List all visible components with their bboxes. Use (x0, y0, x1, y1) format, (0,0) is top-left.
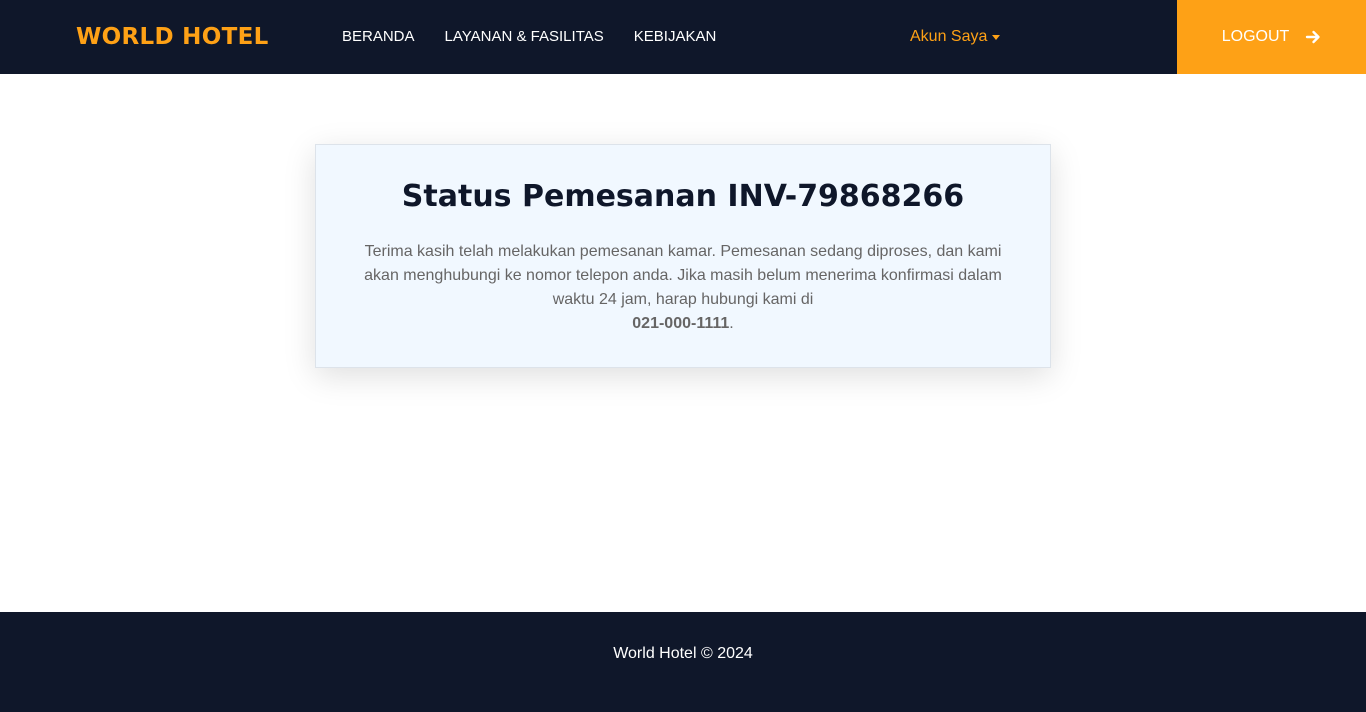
nav-link-kebijakan[interactable]: KEBIJAKAN (634, 27, 717, 47)
nav-links: BERANDA LAYANAN & FASILITAS KEBIJAKAN (342, 0, 746, 74)
arrow-right-icon (1306, 30, 1320, 44)
footer: World Hotel © 2024 (0, 612, 1366, 712)
nav-link-beranda[interactable]: BERANDA (342, 27, 415, 47)
message-text: Terima kasih telah melakukan pemesanan k… (364, 243, 1002, 308)
logout-button[interactable]: LOGOUT (1177, 0, 1366, 74)
footer-copyright: World Hotel © 2024 (613, 645, 753, 662)
caret-down-icon (992, 34, 1001, 40)
nav-link-layanan-fasilitas[interactable]: LAYANAN & FASILITAS (445, 27, 604, 47)
page: WORLD HOTEL BERANDA LAYANAN & FASILITAS … (0, 0, 1366, 712)
booking-status-title: Status Pemesanan INV-79868266 (401, 179, 965, 214)
account-dropdown[interactable]: Akun Saya (910, 0, 1001, 74)
message-suffix: . (729, 315, 734, 332)
navbar: WORLD HOTEL BERANDA LAYANAN & FASILITAS … (0, 0, 1366, 74)
contact-phone: 021-000-1111 (632, 315, 730, 332)
brand-logo[interactable]: WORLD HOTEL (76, 22, 269, 52)
booking-status-message: Terima kasih telah melakukan pemesanan k… (358, 240, 1008, 336)
account-label: Akun Saya (910, 28, 988, 45)
booking-status-card: Status Pemesanan INV-79868266 Terima kas… (315, 144, 1051, 368)
logout-label: LOGOUT (1221, 28, 1290, 45)
